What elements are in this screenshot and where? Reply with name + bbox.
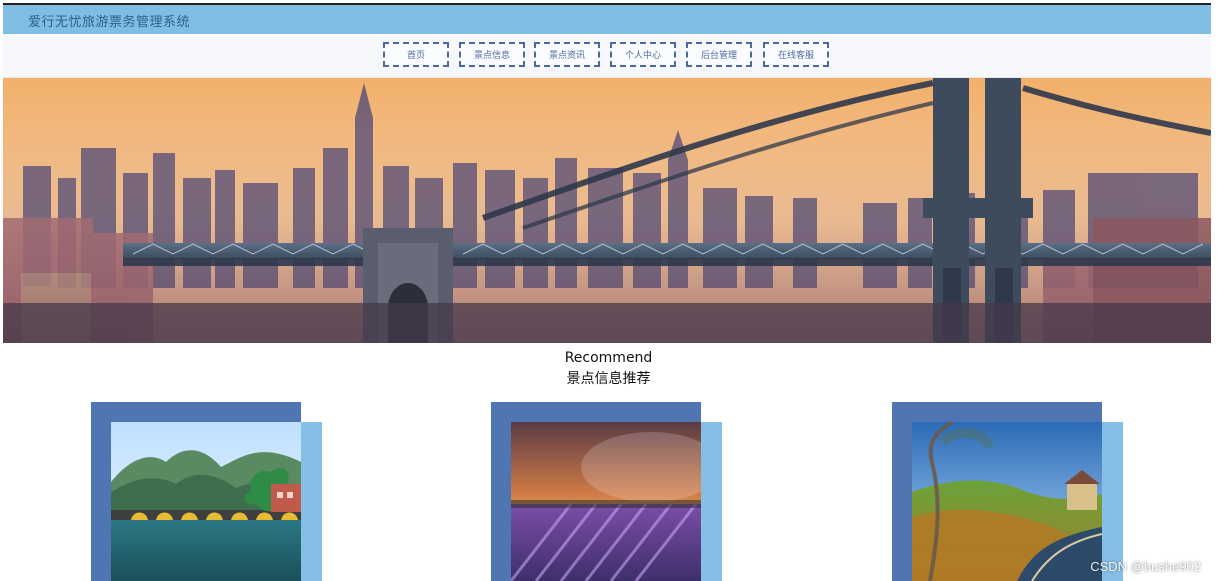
nav-attractions[interactable]: 景点信息 <box>459 42 525 67</box>
nav-home[interactable]: 首页 <box>383 42 449 67</box>
attraction-card[interactable] <box>892 402 1123 581</box>
hero-carousel[interactable] <box>3 78 1211 343</box>
nav-profile[interactable]: 个人中心 <box>610 42 676 67</box>
recommend-title-en: Recommend <box>564 350 653 366</box>
top-title-bar: 爱行无忧旅游票务管理系统 <box>3 3 1211 34</box>
attraction-card[interactable] <box>491 402 722 581</box>
attraction-photo <box>511 422 701 581</box>
attraction-photo <box>912 422 1102 581</box>
nav-news[interactable]: 景点资讯 <box>534 42 600 67</box>
hero-image <box>3 78 1211 343</box>
page: 爱行无忧旅游票务管理系统 首页 景点信息 景点资讯 个人中心 后台管理 在线客服 <box>0 0 1217 581</box>
nav-online-service[interactable]: 在线客服 <box>763 42 829 67</box>
recommend-title-cn: 景点信息推荐 <box>566 371 651 387</box>
recommend-section-title: Recommend 景点信息推荐 <box>0 350 1217 388</box>
nav-admin[interactable]: 后台管理 <box>686 42 752 67</box>
app-title: 爱行无忧旅游票务管理系统 <box>28 15 191 30</box>
csdn-watermark: CSDN @bushe902 <box>1090 559 1201 574</box>
main-navigation: 首页 景点信息 景点资讯 个人中心 后台管理 在线客服 <box>3 34 1211 78</box>
attraction-card[interactable] <box>91 402 322 581</box>
attraction-photo <box>111 422 301 581</box>
